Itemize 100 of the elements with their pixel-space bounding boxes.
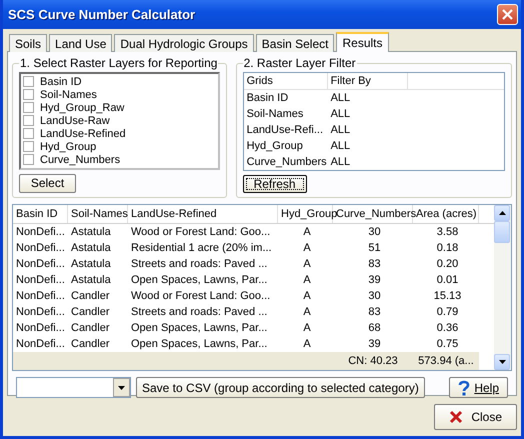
x-mark-icon [449,410,464,424]
tab[interactable]: Results [336,32,388,52]
tab[interactable]: Soils [9,34,48,52]
select-button[interactable]: Select [19,174,76,193]
column-header[interactable]: Basin ID [13,205,68,223]
table-cell-text: Candler [70,305,111,320]
checkbox[interactable] [23,76,34,87]
caret-icon [498,360,506,364]
save-csv-button[interactable]: Save to CSV (group according to selected category) [136,377,425,398]
checkbox[interactable] [23,141,34,152]
table-cell-text: 0.36 [436,321,460,336]
layer-checkbox[interactable]: Curve_Numbers [23,153,216,166]
table-cell-text: NonDefi... [15,337,66,352]
table-cell-text: Streets and roads: Paved ... [130,305,268,320]
table-cell-text: A [302,273,312,288]
table-cell-text: 0.18 [436,241,460,256]
checkbox[interactable] [23,128,34,139]
window-title: SCS Curve Number Calculator [8,7,196,22]
checkbox-label: Hyd_Group [40,140,96,152]
close-icon [502,9,513,20]
column-header[interactable]: Soil-Names [68,205,128,223]
table-cell-text: NonDefi... [15,289,66,304]
help-button[interactable]: Help [449,377,508,398]
table-cell-text: Candler [70,321,111,336]
layer-checkbox[interactable]: Basin ID [23,75,216,88]
table-cell-text: Open Spaces, Lawns, Par... [130,321,268,336]
tab[interactable]: Dual Hydrologic Groups [114,34,254,52]
refresh-button[interactable]: Refresh [242,175,307,193]
table-cell-text: A [302,225,312,240]
close-button[interactable]: Close [434,404,517,430]
list-cell-text: Curve_Numbers [246,155,328,170]
table-cell-text: 51 [367,241,382,256]
layer-checkbox[interactable]: LandUse-Raw [23,114,216,127]
column-header[interactable]: Grids [244,73,328,89]
table-cell-text: A [302,257,312,272]
table-cell-text: NonDefi... [15,321,66,336]
layer-checkbox[interactable]: Hyd_Group [23,140,216,153]
group-title: 2. Raster Layer Filter [242,56,357,70]
table-cell-text: 30 [367,225,382,240]
close-window-button[interactable] [497,4,518,25]
list-cell-text: ALL [330,139,352,154]
total-value: CN: 40.23 [347,354,399,369]
checkbox-label: Hyd_Group_Raw [40,102,124,114]
table-cell-text: Residential 1 acre (20% im... [130,241,273,256]
list-cell-text: Soil-Names [246,107,304,122]
scrollbar[interactable] [494,205,511,370]
table-cell-text: A [302,289,312,304]
tab[interactable]: Land Use [49,34,112,52]
list-cell-text: ALL [330,91,352,106]
scroll-down-button[interactable] [494,354,510,370]
table-cell-text: 0.20 [436,257,460,272]
list-cell-text: ALL [330,155,352,170]
table-cell-text: 15.13 [432,289,462,304]
table-cell-text: Wood or Forest Land: Goo... [130,289,272,304]
scroll-thumb[interactable] [494,221,510,243]
table-cell-text: NonDefi... [15,273,66,288]
table-cell-text: NonDefi... [15,225,66,240]
table-cell-text: Astatula [70,225,112,240]
column-header[interactable]: LandUse-Refined [128,205,278,223]
table-cell-text: 39 [367,337,382,352]
table-cell-text: 0.01 [436,273,460,288]
caret-icon [498,211,506,215]
table-cell-text: Streets and roads: Paved ... [130,257,268,272]
table-cell-text: 68 [367,321,382,336]
table-cell-text: 0.75 [436,337,460,352]
table-cell-text: Open Spaces, Lawns, Par... [130,273,268,288]
list-cell-text: ALL [330,107,352,122]
tab[interactable]: Basin Select [256,34,334,52]
table-cell-text: NonDefi... [15,257,66,272]
caret-icon [118,386,125,390]
list-cell-text: Basin ID [246,91,290,106]
table-cell-text: NonDefi... [15,305,66,320]
checkbox[interactable] [23,115,34,126]
question-mark-icon [458,380,470,396]
table-cell-text: 3.58 [436,225,460,240]
table-cell-text: Astatula [70,241,112,256]
table-cell-text: 83 [367,257,382,272]
dropdown-button[interactable] [113,378,130,397]
list-cell-text: LandUse-Refi... [246,123,324,138]
column-header[interactable]: Filter By [328,73,408,89]
layer-checkbox[interactable]: Hyd_Group_Raw [23,101,216,114]
checkbox-label: LandUse-Refined [40,128,126,140]
table-cell-text: 0.79 [436,305,460,320]
layer-checkbox[interactable]: Soil-Names [23,88,216,101]
layer-checkbox[interactable]: LandUse-Refined [23,127,216,140]
table-cell-text: 30 [367,289,382,304]
table-cell-text: 39 [367,273,382,288]
checkbox[interactable] [23,89,34,100]
scroll-up-button[interactable] [494,205,510,221]
table-cell-text: A [302,305,312,320]
table-cell-text: Candler [70,337,111,352]
table-cell-text: Open Spaces, Lawns, Par... [130,337,268,352]
checkbox[interactable] [23,102,34,113]
table-cell-text: Astatula [70,273,112,288]
checkbox-label: Soil-Names [40,88,97,100]
checkbox[interactable] [23,154,34,165]
table-cell-text: Wood or Forest Land: Goo... [130,225,272,240]
table-cell-text: A [302,337,312,352]
table-cell-text: 83 [367,305,382,320]
table-cell-text: A [302,321,312,336]
